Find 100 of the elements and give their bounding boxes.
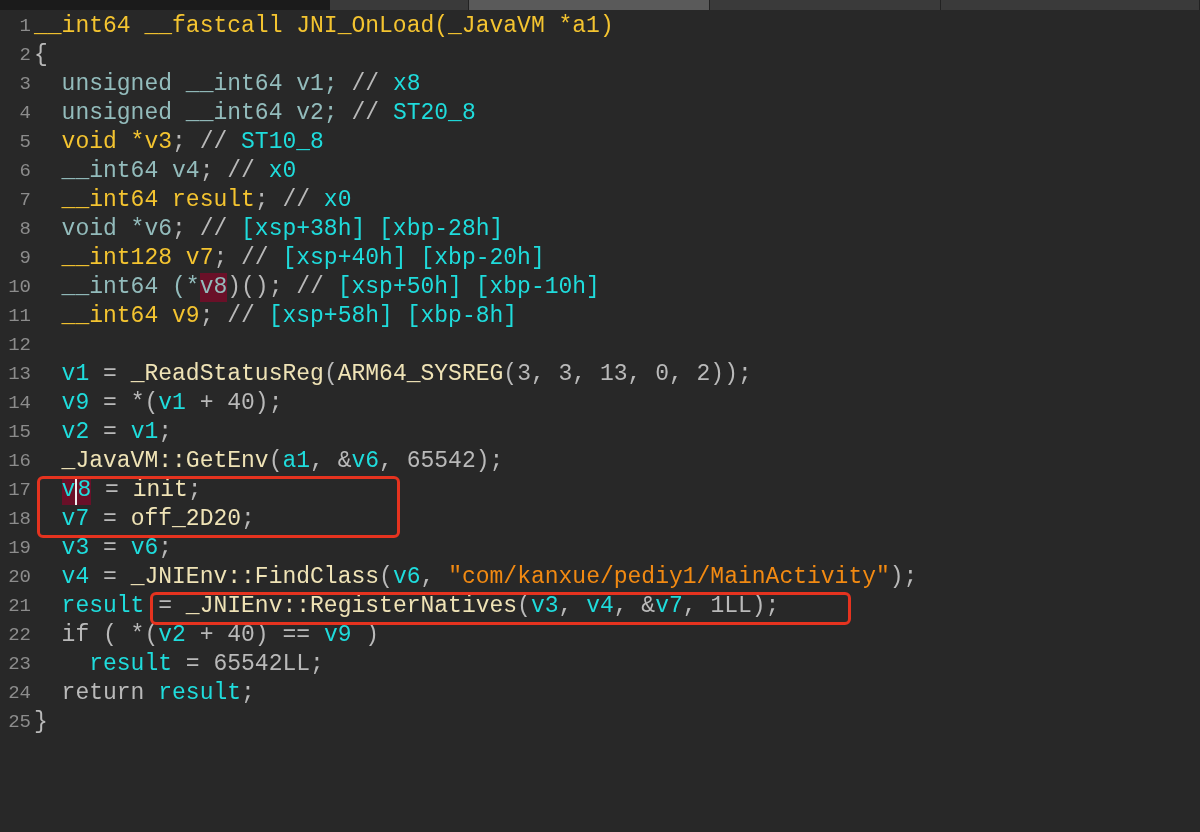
code-token: ; //: [172, 128, 229, 157]
code-token: __int64 result: [60, 186, 255, 215]
line-number: 5: [18, 130, 32, 155]
code-token: (: [268, 447, 283, 476]
line-number: 15: [7, 420, 32, 445]
code-token: void *v6: [60, 215, 173, 244]
code-token: off_2D20: [130, 505, 242, 534]
code-token: a1: [282, 447, 311, 476]
code-token: x8: [392, 70, 421, 99]
code-token: , &: [613, 592, 656, 621]
code-token: _ReadStatusReg: [130, 360, 324, 389]
code-token: v1: [158, 389, 186, 418]
line-number: 11: [7, 304, 32, 329]
code-token: v7: [655, 592, 683, 621]
code-token: ; //: [254, 186, 312, 215]
line-number: 4: [18, 101, 32, 126]
code-token: v9: [60, 389, 90, 418]
line-number: 21: [7, 594, 32, 619]
code-token: [xsp+38h] [xbp-28h]: [241, 215, 504, 244]
code-token: //: [351, 70, 381, 99]
editor-tab[interactable]: [709, 0, 942, 10]
code-token: v4: [586, 592, 614, 621]
code-token: =: [102, 563, 118, 592]
code-token: v3: [530, 592, 559, 621]
code-token: [xsp+40h] [xbp-20h]: [282, 244, 545, 273]
code-token: (: [517, 592, 531, 621]
code-token: ;: [241, 679, 255, 708]
code-token: void *v3: [60, 128, 173, 157]
line-number: 24: [7, 681, 32, 706]
editor-tab[interactable]: [469, 0, 710, 10]
code-token: )(); //: [227, 273, 325, 302]
code-token: v8: [199, 273, 228, 302]
code-token: =: [102, 418, 118, 447]
code-token: ; //: [172, 215, 229, 244]
code-token: (: [379, 563, 393, 592]
code-token: ; //: [199, 157, 256, 186]
code-token: result: [88, 650, 173, 679]
code-token: ;: [241, 505, 255, 534]
code-token: );: [889, 563, 918, 592]
code-token: ;: [158, 418, 173, 447]
code-token: result: [158, 679, 242, 708]
code-token: ARM64_SYSREG: [337, 360, 504, 389]
code-token: , 1LL);: [682, 592, 780, 621]
line-number: 6: [18, 159, 32, 184]
code-token: v1: [130, 418, 159, 447]
code-token: v2: [60, 418, 90, 447]
code-token: x0: [323, 186, 352, 215]
line-number: 12: [7, 333, 32, 358]
code-token: + 40) ==: [198, 621, 312, 650]
code-token: =: [102, 360, 118, 389]
code-token: init: [132, 476, 188, 505]
code-token: , &: [310, 447, 352, 476]
editor-tab[interactable]: [330, 0, 470, 10]
code-token: ,: [420, 563, 436, 592]
code-token: , 65542);: [379, 447, 504, 476]
line-number: 17: [7, 478, 32, 503]
code-token: "com/kanxue/pediy1/MainActivity": [448, 563, 890, 592]
line-number: 10: [7, 275, 32, 300]
code-token: v3: [60, 534, 90, 563]
code-token: unsigned __int64 v2;: [60, 99, 339, 128]
line-number: 1: [18, 14, 32, 39]
line-number: 20: [7, 565, 32, 590]
code-token: ST10_8: [241, 128, 324, 157]
code-token: v4: [60, 563, 90, 592]
code-token: ; //: [213, 244, 270, 273]
code-token: ; //: [199, 302, 256, 331]
code-token: =: [104, 476, 120, 505]
line-number: 25: [7, 710, 32, 735]
code-token: = 65542LL;: [184, 650, 324, 679]
line-number: 19: [7, 536, 32, 561]
code-token: __int128 v7: [60, 244, 214, 273]
code-token: v7: [61, 505, 90, 534]
line-number: 14: [7, 391, 32, 416]
code-token: return: [60, 679, 146, 708]
line-number: 13: [7, 362, 32, 387]
code-token: v2: [158, 621, 186, 650]
code-token: =: [158, 592, 174, 621]
line-number: 7: [18, 188, 32, 213]
code-token: [xsp+58h] [xbp-8h]: [268, 302, 518, 331]
code-token: {: [34, 41, 48, 70]
code-token: _JNIEnv::FindClass: [130, 563, 380, 592]
line-number: 18: [7, 507, 32, 532]
code-token: =: [102, 534, 118, 563]
code-token: __int64 (*: [60, 273, 200, 302]
line-number: 8: [18, 217, 32, 242]
code-token: _JNIEnv::RegisterNatives: [185, 592, 518, 621]
line-number: 22: [7, 623, 32, 648]
code-token: v6: [351, 447, 380, 476]
code-token: ST20_8: [392, 99, 476, 128]
code-token: (: [323, 360, 338, 389]
code-token: }: [34, 708, 48, 737]
code-token: x0: [268, 157, 297, 186]
code-token: + 40);: [198, 389, 283, 418]
code-token: v1: [60, 360, 90, 389]
code-token: v9: [323, 621, 352, 650]
code-token: v6: [130, 534, 159, 563]
editor-tab[interactable]: [941, 0, 1200, 10]
line-number: 9: [18, 246, 32, 271]
code-token: __int64 v9: [60, 302, 200, 331]
code-token: = *(: [102, 389, 159, 418]
